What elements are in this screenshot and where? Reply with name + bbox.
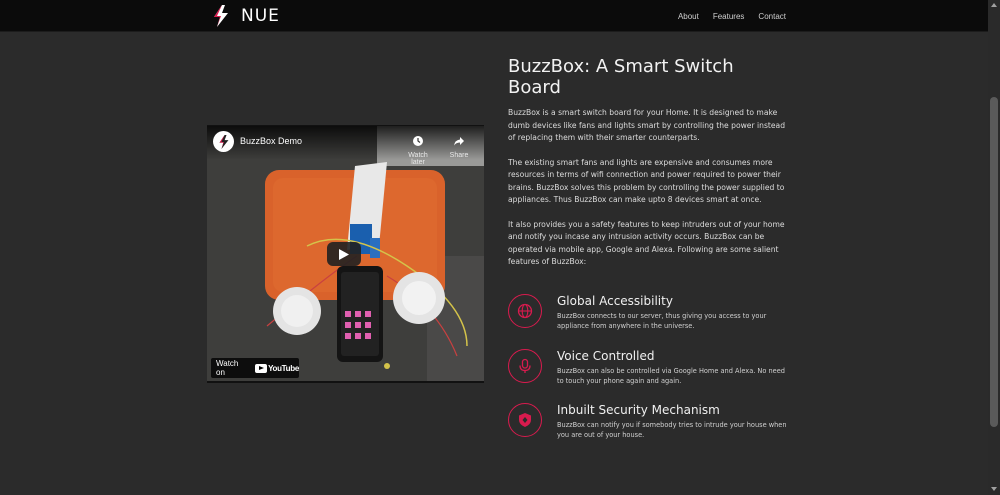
main-content: BuzzBox: A Smart Switch Board BuzzBox is…: [508, 56, 788, 269]
brand-link[interactable]: NUE: [212, 5, 280, 27]
nav-about-link[interactable]: About: [678, 12, 699, 21]
clock-icon: [413, 136, 423, 146]
intro-paragraph: BuzzBox is a smart switch board for your…: [508, 108, 786, 142]
safety-paragraph: It also provides you a safety features t…: [508, 219, 785, 267]
watch-on-label: Watch on: [216, 359, 239, 377]
lightning-channel-icon: [219, 134, 228, 149]
play-icon: [339, 248, 349, 260]
feature-global-accessibility: Global Accessibility BuzzBox connects to…: [508, 294, 798, 334]
globe-icon: [517, 303, 533, 319]
feature-title: Global Accessibility: [557, 294, 673, 308]
lightning-logo-icon: [214, 5, 228, 27]
youtube-wordmark: YouTube: [268, 363, 299, 373]
microphone-icon-circle: [508, 349, 542, 383]
watch-on-youtube-button[interactable]: Watch on YouTube: [211, 358, 299, 378]
page-title: BuzzBox: A Smart Switch Board: [508, 56, 734, 98]
play-button[interactable]: [327, 242, 361, 266]
feature-title: Inbuilt Security Mechanism: [557, 403, 720, 417]
share-icon: [454, 137, 464, 146]
microphone-icon: [519, 358, 531, 373]
scroll-up-arrow-icon[interactable]: [991, 3, 997, 7]
share-button[interactable]: Share: [443, 132, 475, 159]
brand-name: NUE: [241, 6, 280, 26]
watch-later-label: Watch later: [408, 152, 428, 166]
feature-description: BuzzBox can also be controlled via Googl…: [557, 367, 785, 385]
youtube-play-icon: [255, 363, 268, 373]
feature-description: BuzzBox connects to our server, thus giv…: [557, 312, 767, 330]
nav-links: About Features Contact: [664, 0, 786, 32]
problem-paragraph: The existing smart fans and lights are e…: [508, 157, 785, 205]
scroll-down-arrow-icon[interactable]: [991, 487, 997, 491]
share-label: Share: [449, 152, 469, 159]
youtube-logo-icon: YouTube: [255, 363, 299, 373]
feature-voice-controlled: Voice Controlled BuzzBox can also be con…: [508, 349, 798, 389]
scrollbar-thumb[interactable]: [990, 97, 998, 427]
shield-icon-circle: [508, 403, 542, 437]
channel-avatar[interactable]: [213, 131, 234, 152]
video-title[interactable]: BuzzBox Demo: [240, 136, 302, 146]
feature-title: Voice Controlled: [557, 349, 655, 363]
nav-features-link[interactable]: Features: [713, 12, 745, 21]
feature-description: BuzzBox can notify you if somebody tries…: [557, 421, 787, 439]
shield-icon: [519, 413, 531, 427]
navbar: NUE About Features Contact: [0, 0, 1000, 32]
scrollbar[interactable]: [988, 0, 1000, 495]
watch-later-button[interactable]: Watch later: [402, 132, 434, 166]
globe-icon-circle: [508, 294, 542, 328]
feature-inbuilt-security: Inbuilt Security Mechanism BuzzBox can n…: [508, 403, 798, 443]
nav-contact-link[interactable]: Contact: [758, 12, 786, 21]
video-embed[interactable]: BuzzBox Demo Watch later Share Watch on …: [207, 125, 484, 383]
